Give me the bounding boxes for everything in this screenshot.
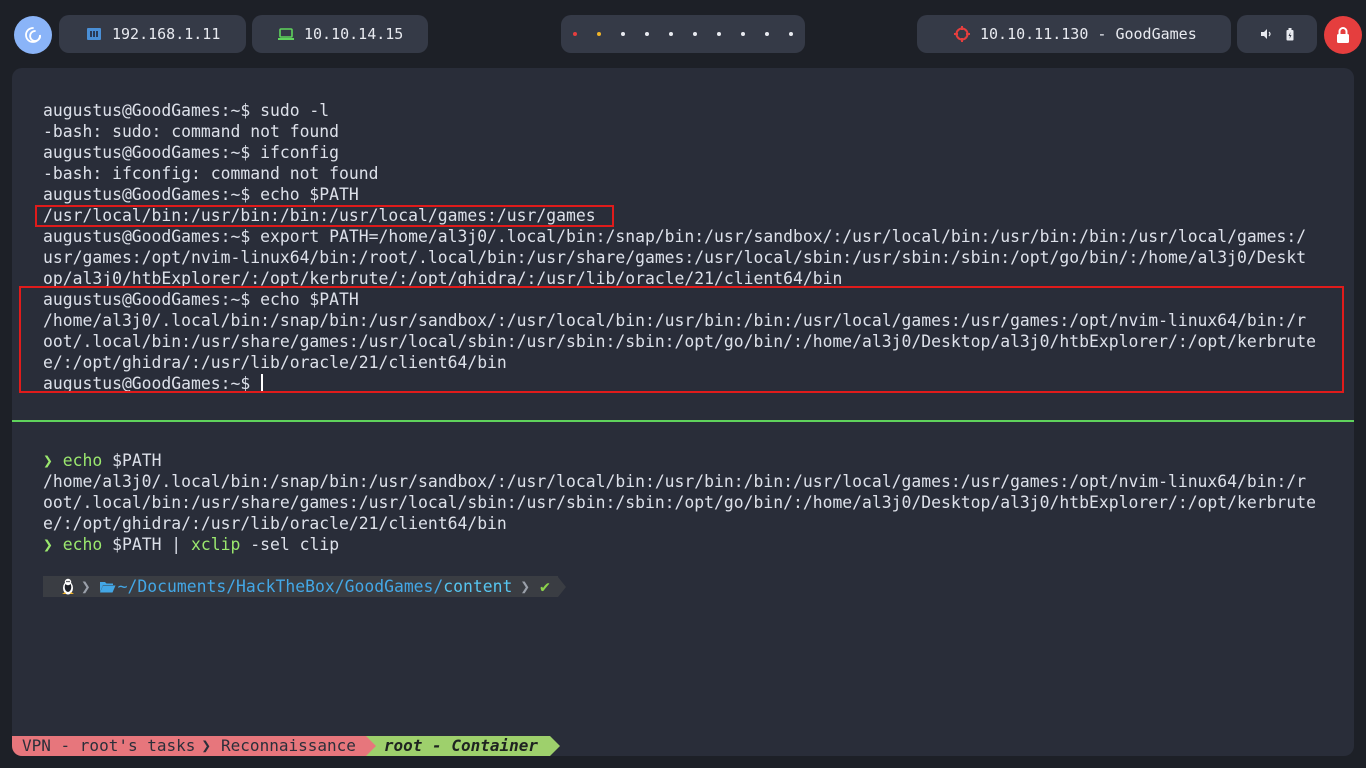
segment-separator: ❯ [81, 576, 95, 597]
command-name: echo [62, 535, 103, 554]
os-segment [43, 576, 81, 597]
command-line: ❯ echo $PATH [43, 450, 161, 471]
tmux-window-reconnaissance[interactable]: Reconnaissance [217, 736, 366, 756]
workspace-2[interactable] [597, 32, 601, 36]
workspace-7[interactable] [717, 32, 721, 36]
power-button[interactable] [1324, 16, 1362, 54]
path-prefix: ~/Documents/HackTheBox/GoodGames/ [117, 577, 444, 596]
terminal-window[interactable]: augustus@GoodGames:~$ sudo -l -bash: sud… [12, 68, 1354, 756]
tmux-window-active[interactable]: root - Container [375, 736, 551, 756]
workspace-4[interactable] [645, 32, 649, 36]
workspace-3[interactable] [621, 32, 625, 36]
local-ip-widget[interactable]: 192.168.1.11 [59, 15, 246, 53]
terminal-line: oot/.local/bin:/usr/share/games:/usr/loc… [43, 493, 1316, 512]
local-ip-text: 192.168.1.11 [112, 25, 221, 43]
workspace-9[interactable] [765, 32, 769, 36]
highlight-box-original-path [35, 205, 614, 227]
workspace-switcher[interactable] [561, 15, 805, 53]
laptop-icon [278, 27, 294, 41]
prompt-arrow: ❯ [43, 535, 53, 554]
crosshair-icon [954, 26, 970, 42]
terminal-line: -bash: sudo: command not found [43, 122, 340, 141]
network-icon [86, 27, 102, 41]
terminal-line: /home/al3j0/.local/bin:/snap/bin:/usr/sa… [43, 472, 1307, 491]
terminal-line: augustus@GoodGames:~$ sudo -l [43, 101, 330, 120]
workspace-6[interactable] [693, 32, 697, 36]
tmux-status-bar: VPN - root's tasks ❯ Reconnaissance root… [12, 736, 561, 756]
path-segment: ~/Documents/HackTheBox/GoodGames/content [94, 576, 517, 597]
command-name: echo [62, 451, 103, 470]
segment-separator: ❯ [516, 576, 535, 597]
speaker-icon[interactable] [1260, 28, 1272, 40]
segment-separator: ❯ [199, 736, 218, 756]
debian-swirl-icon [25, 27, 41, 43]
session-name: VPN - root's tasks [12, 736, 200, 756]
system-tray[interactable] [1237, 15, 1317, 53]
terminal-line: augustus@GoodGames:~$ ifconfig [43, 143, 340, 162]
status-ok-icon: ✔ [540, 577, 550, 596]
terminal-line: usr/games:/opt/nvim-linux64/bin:/root/.l… [43, 248, 1307, 267]
linux-penguin-icon [62, 578, 74, 595]
lock-icon [1337, 27, 1349, 43]
workspace-5[interactable] [669, 32, 673, 36]
powerline-end [557, 576, 566, 597]
segment-arrow-end [550, 736, 561, 756]
target-text: 10.10.11.130 - GoodGames [980, 25, 1197, 43]
powerline-prompt: ❯ ~/Documents/HackTheBox/GoodGames/conte… [43, 576, 566, 597]
terminal-line: augustus@GoodGames:~$ echo $PATH [43, 185, 359, 204]
terminal-line: augustus@GoodGames:~$ export PATH=/home/… [43, 227, 1307, 246]
prompt-arrow: ❯ [43, 451, 53, 470]
status-segment: ✔ [534, 576, 558, 597]
segment-arrow [365, 736, 376, 756]
command-name: xclip [191, 535, 241, 554]
pane-divider[interactable] [12, 420, 1354, 422]
folder-open-icon [99, 582, 116, 593]
target-widget[interactable]: 10.10.11.130 - GoodGames [917, 15, 1231, 53]
workspace-1[interactable] [573, 32, 577, 36]
command-args: -sel clip [240, 535, 340, 554]
workspace-10[interactable] [789, 32, 793, 36]
terminal-line: e/:/opt/ghidra/:/usr/lib/oracle/21/clien… [43, 514, 507, 533]
command-line: ❯ echo $PATH | xclip -sel clip [43, 534, 339, 555]
workspace-8[interactable] [741, 32, 745, 36]
battery-icon[interactable] [1286, 27, 1294, 41]
launcher-button[interactable] [14, 16, 52, 54]
vpn-ip-text: 10.10.14.15 [304, 25, 404, 43]
top-bar: 192.168.1.11 10.10.14.15 10.10.11.130 - … [0, 0, 1366, 68]
terminal-line: -bash: ifconfig: command not found [43, 164, 379, 183]
command-args: $PATH | [102, 535, 192, 554]
highlight-box-new-path [19, 286, 1344, 393]
path-current: content [443, 577, 513, 596]
command-args: $PATH [102, 451, 162, 470]
vpn-ip-widget[interactable]: 10.10.14.15 [252, 15, 428, 53]
